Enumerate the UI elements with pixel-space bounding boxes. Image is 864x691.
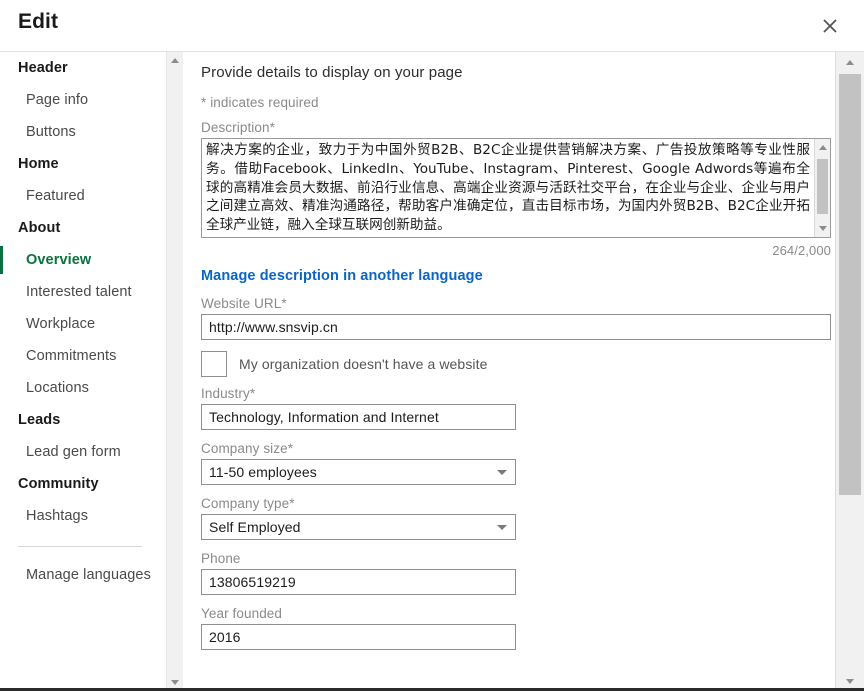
sidebar-section-community: Community xyxy=(0,468,166,500)
sidebar-item-workplace[interactable]: Workplace xyxy=(0,308,166,340)
description-label: Description* xyxy=(201,120,813,135)
industry-field: Industry* xyxy=(201,386,813,430)
description-scrollbar[interactable] xyxy=(814,139,830,237)
chevron-up-icon xyxy=(819,145,827,150)
description-scroll-up-button[interactable] xyxy=(815,139,830,156)
chevron-up-icon xyxy=(846,60,854,65)
content-scroll-up-button[interactable] xyxy=(836,52,864,72)
sidebar-scrollbar[interactable] xyxy=(166,52,183,691)
sidebar-scroll-down-button[interactable] xyxy=(167,674,183,691)
content-scroll-thumb[interactable] xyxy=(839,74,861,495)
website-url-label: Website URL* xyxy=(201,296,813,311)
main-content: Provide details to display on your page … xyxy=(184,52,835,691)
company-size-field: Company size* 11-50 employees xyxy=(201,441,813,485)
sidebar-item-overview[interactable]: Overview xyxy=(0,244,166,276)
sidebar-item-page-info[interactable]: Page info xyxy=(0,84,166,116)
chevron-up-icon xyxy=(171,58,179,63)
dialog-body: Header Page info Buttons Home Featured A… xyxy=(0,52,864,691)
close-icon xyxy=(820,16,840,36)
chevron-down-icon xyxy=(846,679,854,684)
dialog-header: Edit xyxy=(0,0,864,52)
edit-dialog: Edit Header Page info Buttons Home Featu… xyxy=(0,0,864,691)
company-type-select[interactable]: Self Employed xyxy=(201,514,516,540)
sidebar-nav: Header Page info Buttons Home Featured A… xyxy=(0,52,166,691)
chevron-down-icon xyxy=(171,680,179,685)
required-note: * indicates required xyxy=(201,95,813,110)
description-scroll-down-button[interactable] xyxy=(815,220,830,237)
sidebar-item-interested-talent[interactable]: Interested talent xyxy=(0,276,166,308)
description-textarea[interactable]: 解决方案的企业，致力于为中国外贸B2B、B2C企业提供营销解决方案、广告投放策略… xyxy=(201,138,831,238)
year-founded-label: Year founded xyxy=(201,606,813,621)
chevron-down-icon xyxy=(819,226,827,231)
sidebar-item-buttons[interactable]: Buttons xyxy=(0,116,166,148)
main-content-scrollbar[interactable] xyxy=(835,52,864,691)
no-website-checkbox-label: My organization doesn't have a website xyxy=(239,356,488,372)
phone-input[interactable] xyxy=(201,569,516,595)
description-char-count: 264/2,000 xyxy=(201,243,831,258)
sidebar-divider xyxy=(18,546,142,547)
sidebar-scroll-up-button[interactable] xyxy=(167,52,183,69)
phone-label: Phone xyxy=(201,551,813,566)
no-website-checkbox-row[interactable]: My organization doesn't have a website xyxy=(201,351,813,377)
sidebar-item-featured[interactable]: Featured xyxy=(0,180,166,212)
year-founded-input[interactable] xyxy=(201,624,516,650)
company-type-field: Company type* Self Employed xyxy=(201,496,813,540)
content-scroll-down-button[interactable] xyxy=(836,671,864,691)
description-scroll-thumb[interactable] xyxy=(817,159,828,214)
company-size-label: Company size* xyxy=(201,441,813,456)
phone-field: Phone xyxy=(201,551,813,595)
sidebar-section-home: Home xyxy=(0,148,166,180)
year-founded-field: Year founded xyxy=(201,606,813,650)
website-url-field: Website URL* xyxy=(201,296,813,340)
sidebar-section-about: About xyxy=(0,212,166,244)
page-title: Edit xyxy=(18,10,58,34)
sidebar-item-manage-languages[interactable]: Manage languages xyxy=(0,561,166,589)
industry-input[interactable] xyxy=(201,404,516,430)
sidebar-section-leads: Leads xyxy=(0,404,166,436)
close-button[interactable] xyxy=(810,6,850,46)
company-size-select[interactable]: 11-50 employees xyxy=(201,459,516,485)
description-value[interactable]: 解决方案的企业，致力于为中国外贸B2B、B2C企业提供营销解决方案、广告投放策略… xyxy=(206,141,810,235)
section-title: Provide details to display on your page xyxy=(201,64,813,81)
sidebar-item-lead-gen-form[interactable]: Lead gen form xyxy=(0,436,166,468)
sidebar-item-hashtags[interactable]: Hashtags xyxy=(0,500,166,532)
no-website-checkbox[interactable] xyxy=(201,351,227,377)
manage-description-language-link[interactable]: Manage description in another language xyxy=(201,268,483,284)
sidebar-item-commitments[interactable]: Commitments xyxy=(0,340,166,372)
sidebar-section-header: Header xyxy=(0,52,166,84)
industry-label: Industry* xyxy=(201,386,813,401)
website-url-input[interactable] xyxy=(201,314,831,340)
sidebar-item-locations[interactable]: Locations xyxy=(0,372,166,404)
company-type-label: Company type* xyxy=(201,496,813,511)
